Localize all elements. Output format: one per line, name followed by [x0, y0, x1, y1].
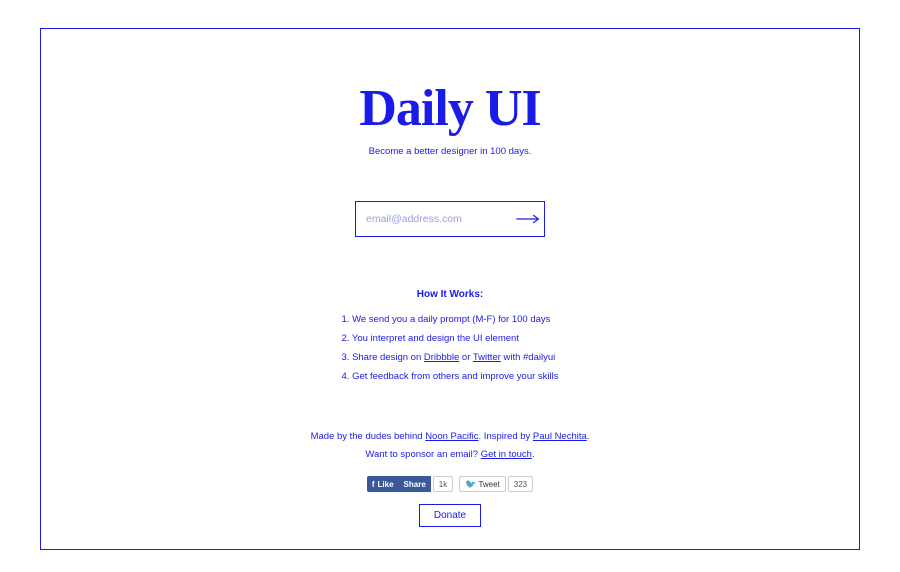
- facebook-count: 1k: [433, 476, 453, 492]
- how-step: Get feedback from others and improve you…: [341, 367, 558, 386]
- noon-pacific-link[interactable]: Noon Pacific: [425, 431, 478, 442]
- tagline: Become a better designer in 100 days.: [369, 146, 532, 157]
- how-step: Share design on Dribbble or Twitter with…: [341, 348, 558, 367]
- how-step: We send you a daily prompt (M-F) for 100…: [341, 310, 558, 329]
- how-step: You interpret and design the UI element: [341, 329, 558, 348]
- twitter-widget[interactable]: 🐦Tweet 323: [459, 476, 533, 492]
- facebook-widget[interactable]: fLike Share 1k: [367, 476, 453, 492]
- facebook-like-button[interactable]: fLike: [367, 476, 399, 492]
- footer: Made by the dudes behind Noon Pacific. I…: [311, 428, 590, 527]
- tweet-count: 323: [508, 476, 533, 492]
- how-list: We send you a daily prompt (M-F) for 100…: [341, 310, 558, 386]
- facebook-icon: f: [372, 480, 375, 489]
- page-title: Daily UI: [359, 79, 540, 138]
- facebook-share-button[interactable]: Share: [399, 476, 431, 492]
- twitter-link[interactable]: Twitter: [473, 352, 501, 363]
- submit-button[interactable]: [511, 202, 544, 236]
- arrow-right-icon: [515, 212, 541, 226]
- tweet-button[interactable]: 🐦Tweet: [459, 476, 506, 492]
- get-in-touch-link[interactable]: Get in touch: [481, 449, 532, 460]
- sponsor-line: Want to sponsor an email? Get in touch.: [311, 446, 590, 464]
- how-it-works-section: How It Works: We send you a daily prompt…: [341, 289, 558, 386]
- content-area: Daily UI Become a better designer in 100…: [41, 29, 859, 549]
- page-frame: Daily UI Become a better designer in 100…: [40, 28, 860, 550]
- credits-line: Made by the dudes behind Noon Pacific. I…: [311, 428, 590, 446]
- email-input[interactable]: [356, 202, 511, 236]
- social-buttons: fLike Share 1k 🐦Tweet 323: [311, 476, 590, 492]
- how-heading: How It Works:: [341, 289, 558, 300]
- donate-button[interactable]: Donate: [419, 504, 481, 527]
- paul-nechita-link[interactable]: Paul Nechita: [533, 431, 587, 442]
- signup-form: [355, 201, 545, 237]
- dribbble-link[interactable]: Dribbble: [424, 352, 459, 363]
- twitter-bird-icon: 🐦: [465, 479, 476, 490]
